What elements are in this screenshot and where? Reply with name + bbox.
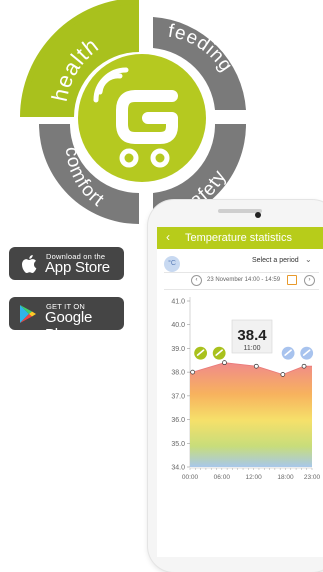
event-marker-info[interactable] <box>280 345 296 361</box>
y-tick-label: 36.0 <box>171 417 185 424</box>
prev-range-button[interactable]: ‹ <box>191 275 202 286</box>
x-tick-label: 12:00 <box>246 474 263 481</box>
tooltip-value: 38.4 <box>237 327 267 344</box>
x-tick-label: 18:00 <box>277 474 294 481</box>
event-marker-health[interactable] <box>211 345 227 361</box>
next-range-button[interactable]: › <box>304 275 315 286</box>
chevron-down-icon[interactable]: ⌄ <box>305 255 312 264</box>
value-tooltip: 38.4 11:00 <box>231 319 273 354</box>
data-point[interactable] <box>280 372 286 377</box>
x-tick-label: 06:00 <box>214 474 231 481</box>
divider <box>164 289 319 290</box>
google-play-big: Google Play <box>45 309 93 343</box>
data-point[interactable] <box>253 363 259 369</box>
back-button[interactable]: ‹ <box>166 230 170 244</box>
y-tick-label: 40.0 <box>171 322 185 329</box>
y-tick-label: 41.0 <box>171 299 185 306</box>
data-point[interactable] <box>301 363 307 369</box>
event-marker-info[interactable] <box>299 345 315 361</box>
y-tick-label: 34.0 <box>171 465 185 472</box>
phone-camera <box>255 212 261 218</box>
google-play-badge[interactable]: GET IT ON Google Play <box>9 297 124 343</box>
app-store-badge[interactable]: Download on the App Store <box>9 247 124 280</box>
app-store-big: App Store <box>45 259 110 276</box>
unit-toggle[interactable]: °C <box>164 256 180 272</box>
y-tick-label: 38.0 <box>171 370 185 377</box>
temperature-chart: 41.0 40.0 39.0 38.0 37.0 36.0 35.0 34.0 00:00 06… <box>171 297 320 481</box>
y-tick-label: 37.0 <box>171 393 185 400</box>
data-point[interactable] <box>190 369 196 375</box>
logo-icon <box>78 54 206 182</box>
calendar-icon[interactable] <box>287 275 297 285</box>
data-point[interactable] <box>222 360 227 366</box>
temperature-area <box>190 362 312 467</box>
google-play-icon <box>20 305 36 323</box>
tooltip-time: 11:00 <box>244 345 261 352</box>
page-title: Temperature statistics <box>185 232 292 244</box>
x-tick-label: 00:00 <box>182 474 199 481</box>
app-header: ‹ Temperature statistics <box>157 227 323 249</box>
y-tick-label: 35.0 <box>171 441 185 448</box>
period-select[interactable]: Select a period <box>252 257 299 264</box>
event-marker-health[interactable] <box>193 345 209 361</box>
apple-icon <box>22 255 37 274</box>
divider <box>164 272 319 273</box>
y-tick-label: 39.0 <box>171 346 185 353</box>
date-range: 23 November 14:00 - 14:59 <box>207 277 281 283</box>
x-tick-label: 23:00 <box>304 474 320 481</box>
